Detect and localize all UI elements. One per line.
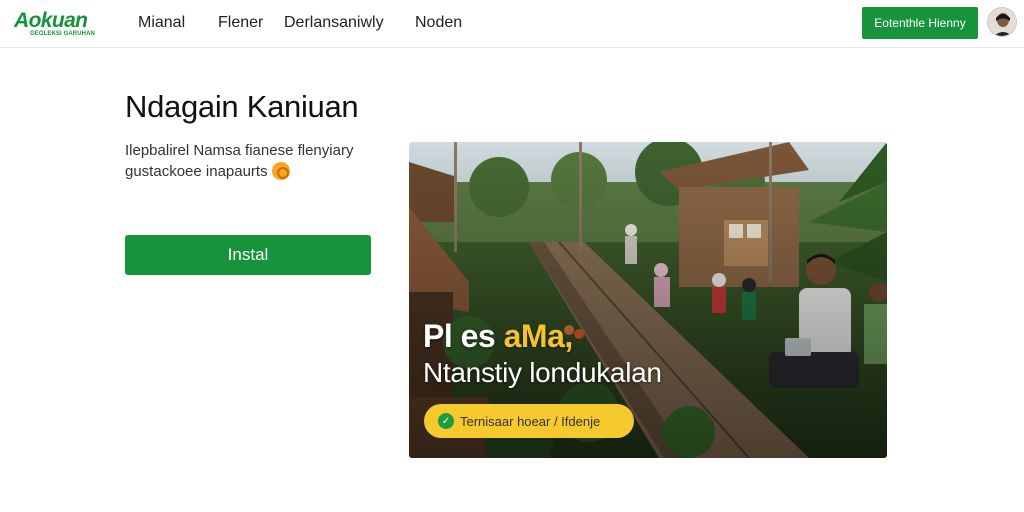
nav-link-1[interactable]: Mianal xyxy=(138,14,185,32)
image-headline: Pl es aMa, xyxy=(423,318,573,355)
sun-badge-icon xyxy=(271,162,290,180)
avatar-portrait-icon xyxy=(988,8,1016,36)
image-headline-accent: aMa, xyxy=(503,318,574,354)
image-pill-label: Ternisaar hoear / Ifdenje xyxy=(460,413,601,429)
image-subheadline: Ntanstiy londukalan xyxy=(423,357,662,388)
page-title: Ndagain Kaniuan xyxy=(125,89,359,124)
check-circle-icon: ✓ xyxy=(438,413,454,429)
brand-logo[interactable]: Aokuan GEOLEKSI GARUHAN xyxy=(14,7,114,41)
image-headline-plain: Pl es xyxy=(423,318,496,354)
nav-link-4[interactable]: Noden xyxy=(415,14,462,32)
hero-image: Pl es aMa, Ntanstiy londukalan ✓ Ternisa… xyxy=(409,142,887,458)
image-pill-button[interactable]: ✓ Ternisaar hoear / Ifdenje xyxy=(424,404,634,438)
logo-wordmark: Aokuan xyxy=(14,9,88,32)
hero-description-text: Ilepbalirel Namsa fianese flenyiary gust… xyxy=(125,142,354,180)
install-button[interactable]: Instal xyxy=(125,235,371,275)
hero-description: Ilepbalirel Namsa fianese flenyiary gust… xyxy=(125,140,395,182)
logo-tagline: GEOLEKSI GARUHAN xyxy=(30,31,95,37)
user-avatar[interactable] xyxy=(987,7,1017,37)
nav-link-2[interactable]: Flener xyxy=(218,14,263,32)
nav-link-3[interactable]: Derlansaniwly xyxy=(284,14,384,32)
header-cta-button[interactable]: Eotenthle Hienny xyxy=(862,7,978,39)
top-navigation-bar: Aokuan GEOLEKSI GARUHAN Mianal Flener De… xyxy=(0,0,1024,48)
